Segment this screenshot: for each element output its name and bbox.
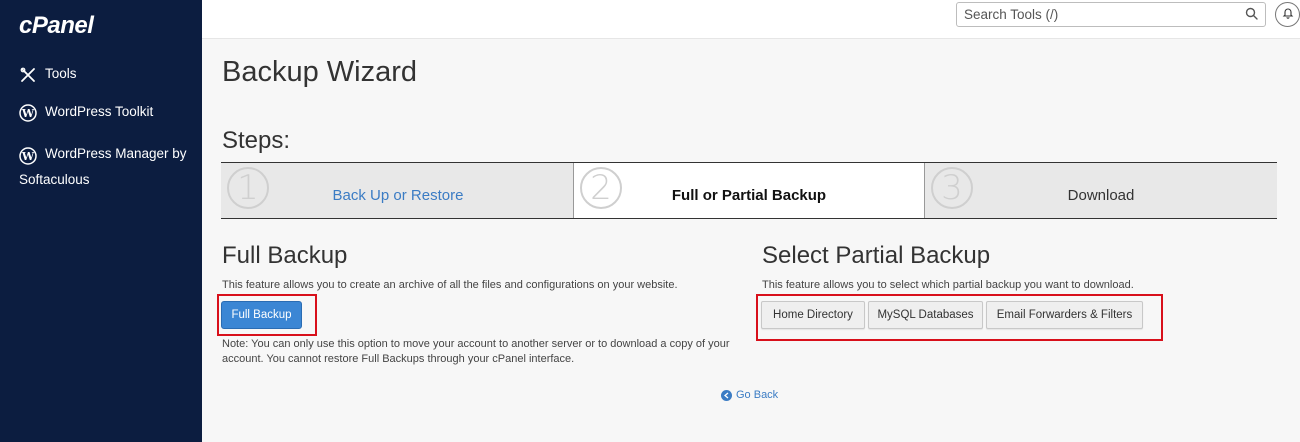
home-directory-button[interactable]: Home Directory: [761, 301, 865, 329]
search-input[interactable]: [957, 3, 1237, 26]
partial-backup-heading: Select Partial Backup: [762, 242, 991, 269]
go-back-link[interactable]: Go Back: [721, 389, 778, 401]
wizard-steps: 1 Back Up or Restore 2 Full or Partial B…: [221, 162, 1277, 219]
partial-backup-description: This feature allows you to select which …: [762, 279, 1134, 291]
steps-heading: Steps:: [222, 127, 291, 154]
step-label: Full or Partial Backup: [671, 187, 827, 204]
svg-text:W: W: [21, 150, 35, 163]
page-title: Backup Wizard: [222, 56, 418, 88]
sidebar: cPanel Tools W WordPress Toolkit W WordP…: [0, 0, 202, 442]
svg-text:W: W: [21, 107, 35, 120]
search-icon[interactable]: [1245, 7, 1258, 25]
notifications-button[interactable]: [1275, 2, 1300, 27]
step-back-up-or-restore[interactable]: 1 Back Up or Restore: [221, 163, 573, 218]
step-label[interactable]: Back Up or Restore: [221, 187, 573, 204]
wordpress-icon: W: [19, 104, 37, 122]
bell-icon: [1282, 6, 1294, 24]
sidebar-item-label: Tools: [45, 66, 77, 81]
step-full-or-partial-backup: 2 Full or Partial Backup: [573, 163, 925, 218]
go-back-label[interactable]: Go Back: [736, 389, 778, 401]
cpanel-logo[interactable]: cPanel: [19, 12, 94, 40]
sidebar-item-wordpress-manager[interactable]: W WordPress Manager by Softaculous: [19, 141, 194, 193]
full-backup-description: This feature allows you to create an arc…: [222, 279, 678, 291]
top-bar: [202, 0, 1300, 39]
mysql-databases-button[interactable]: MySQL Databases: [868, 301, 983, 329]
step-download: 3 Download: [925, 163, 1277, 218]
full-backup-note: Note: You can only use this option to mo…: [222, 338, 730, 365]
step-label: Download: [1067, 187, 1135, 204]
tools-icon: [19, 66, 37, 84]
arrow-left-circle-icon: [721, 389, 732, 401]
sidebar-item-wordpress-toolkit[interactable]: W WordPress Toolkit: [19, 104, 153, 122]
email-forwarders-filters-button[interactable]: Email Forwarders & Filters: [986, 301, 1143, 329]
wordpress-icon: W: [19, 147, 37, 165]
search-box[interactable]: [956, 2, 1266, 27]
sidebar-item-label: WordPress Manager by Softaculous: [19, 146, 187, 187]
full-backup-button[interactable]: Full Backup: [221, 301, 302, 329]
full-backup-heading: Full Backup: [222, 242, 348, 269]
sidebar-item-tools[interactable]: Tools: [19, 66, 77, 84]
sidebar-item-label: WordPress Toolkit: [45, 104, 154, 119]
